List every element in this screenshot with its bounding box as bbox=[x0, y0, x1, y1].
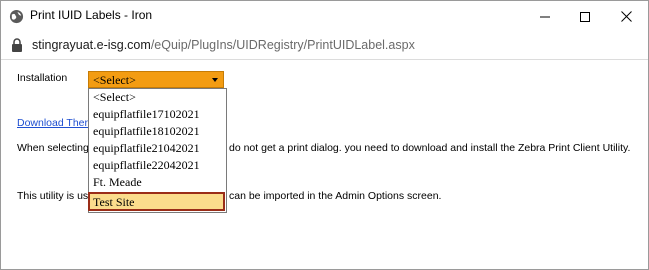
select-value: <Select> bbox=[93, 73, 136, 87]
dropdown-option[interactable]: equipflatfile21042021 bbox=[89, 140, 226, 157]
dropdown-option[interactable]: equipflatfile18102021 bbox=[89, 123, 226, 140]
instruction-text-1-start: When selecting bbox=[17, 142, 89, 154]
dropdown-option-select[interactable]: <Select> bbox=[89, 89, 226, 106]
dropdown-option-highlighted[interactable]: Test Site bbox=[88, 192, 225, 211]
close-button[interactable] bbox=[607, 1, 645, 32]
installation-select[interactable]: <Select> bbox=[88, 71, 224, 88]
address-bar[interactable]: stingrayuat.e-isg.com/eQuip/PlugIns/UIDR… bbox=[1, 32, 648, 60]
dropdown-option[interactable]: equipflatfile17102021 bbox=[89, 106, 226, 123]
url-text[interactable]: stingrayuat.e-isg.com/eQuip/PlugIns/UIDR… bbox=[32, 38, 415, 52]
minimize-button[interactable] bbox=[526, 1, 564, 32]
maximize-icon bbox=[580, 11, 590, 22]
url-path: /eQuip/PlugIns/UIDRegistry/PrintUIDLabel… bbox=[150, 38, 415, 52]
instruction-text-2-start: This utility is us bbox=[17, 190, 89, 202]
page-content: Installation <Select> Download Ther When… bbox=[1, 60, 648, 269]
minimize-icon bbox=[540, 16, 550, 17]
chevron-down-icon bbox=[212, 78, 218, 82]
instruction-text-1-end: do not get a print dialog. you need to d… bbox=[229, 142, 631, 154]
close-icon bbox=[620, 11, 632, 22]
installation-dropdown-list[interactable]: <Select> equipflatfile17102021 equipflat… bbox=[88, 88, 227, 213]
instruction-text-2-end: can be imported in the Admin Options scr… bbox=[229, 190, 442, 202]
globe-icon bbox=[9, 9, 24, 24]
browser-window: Print IUID Labels - Iron stingrayuat.e-i… bbox=[0, 0, 649, 270]
installation-label: Installation bbox=[17, 72, 68, 84]
lock-icon bbox=[12, 38, 22, 52]
dropdown-option[interactable]: equipflatfile22042021 bbox=[89, 157, 226, 174]
url-host: stingrayuat.e-isg.com bbox=[32, 38, 151, 52]
title-bar: Print IUID Labels - Iron bbox=[1, 1, 648, 32]
maximize-button[interactable] bbox=[566, 1, 604, 32]
dropdown-option[interactable]: Ft. Meade bbox=[89, 174, 226, 191]
download-link[interactable]: Download Ther bbox=[17, 117, 88, 129]
window-title: Print IUID Labels - Iron bbox=[30, 8, 153, 22]
